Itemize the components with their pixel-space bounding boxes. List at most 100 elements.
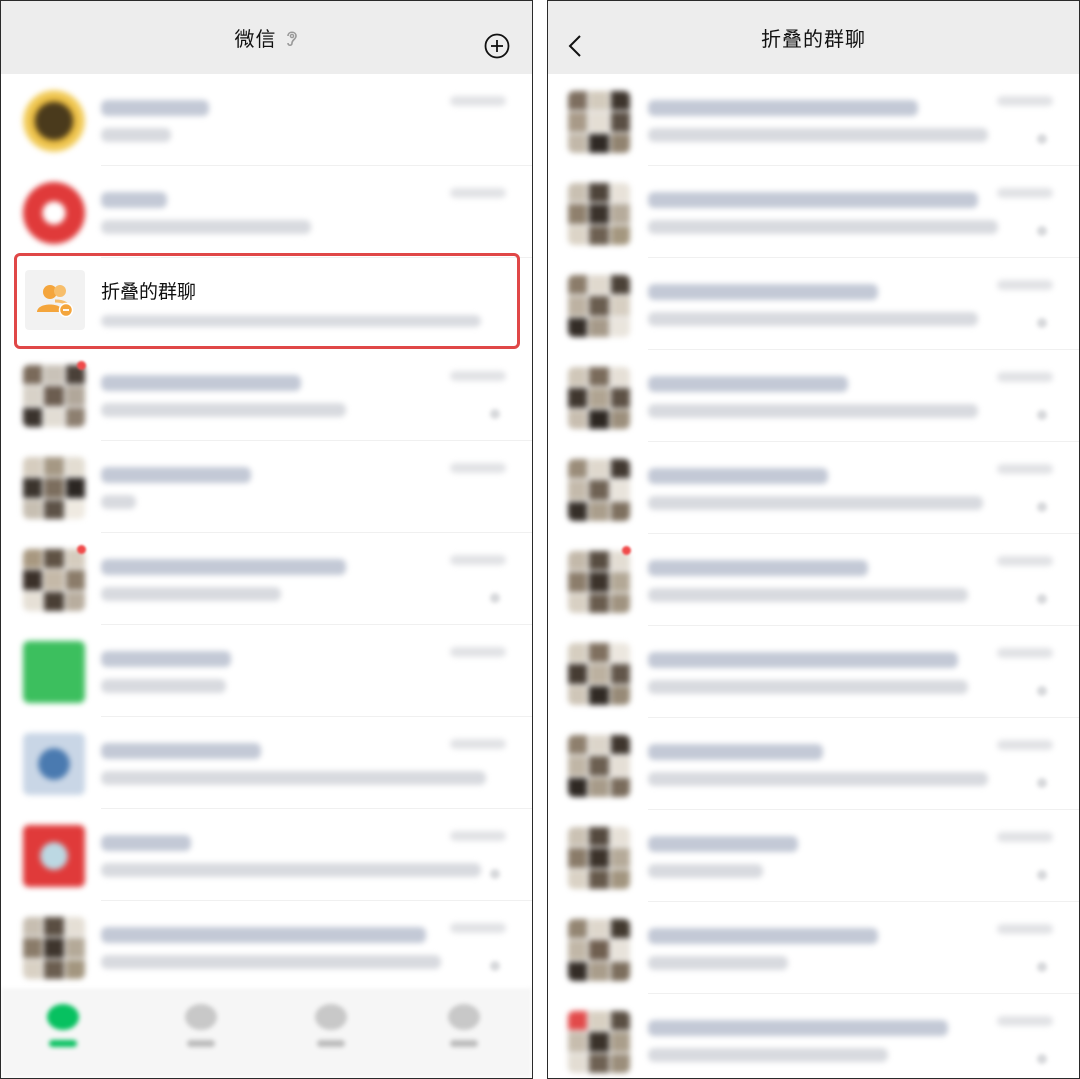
mute-icon	[1037, 134, 1047, 144]
chat-row[interactable]	[548, 350, 1079, 442]
chat-row[interactable]	[548, 718, 1079, 810]
chat-name-blurred	[101, 651, 231, 667]
chat-snippet-blurred	[648, 312, 978, 326]
avatar	[23, 182, 85, 244]
chat-row[interactable]	[548, 166, 1079, 258]
page-title: 微信	[234, 27, 277, 51]
chat-name-blurred	[101, 743, 261, 759]
chat-time-blurred	[997, 1016, 1053, 1026]
tab-discover[interactable]	[306, 1004, 356, 1060]
wechat-main-screen: 微信 折叠的群聊	[0, 0, 533, 1079]
unread-dot	[77, 545, 86, 554]
chat-row[interactable]	[1, 809, 532, 901]
mute-icon	[1037, 410, 1047, 420]
chat-name-blurred	[101, 467, 251, 483]
avatar	[568, 183, 630, 245]
chat-name-blurred	[648, 836, 798, 852]
chat-snippet-blurred	[648, 772, 988, 786]
chat-row[interactable]	[548, 442, 1079, 534]
chat-snippet-blurred	[648, 220, 998, 234]
mute-icon	[1037, 962, 1047, 972]
mute-icon	[490, 869, 500, 879]
chat-list-continued	[1, 349, 532, 993]
mute-icon	[1037, 870, 1047, 880]
chat-name-blurred	[648, 376, 848, 392]
chat-row[interactable]	[548, 74, 1079, 166]
mute-icon	[1037, 502, 1047, 512]
chat-name-blurred	[648, 560, 868, 576]
tab-chats[interactable]	[38, 1004, 88, 1060]
chat-time-blurred	[450, 463, 506, 473]
chat-time-blurred	[997, 96, 1053, 106]
chat-row[interactable]	[1, 441, 532, 533]
chat-snippet-blurred	[648, 128, 988, 142]
chat-row[interactable]	[1, 533, 532, 625]
chat-time-blurred	[450, 923, 506, 933]
mute-icon	[1037, 318, 1047, 328]
chat-row[interactable]	[548, 902, 1079, 994]
avatar	[23, 825, 85, 887]
tab-bar	[1, 989, 532, 1078]
plus-circle-icon[interactable]	[484, 33, 510, 63]
chat-snippet-blurred	[648, 680, 968, 694]
chat-row[interactable]	[548, 626, 1079, 718]
chat-time-blurred	[997, 464, 1053, 474]
avatar	[23, 549, 85, 611]
chat-snippet-blurred	[648, 956, 788, 970]
avatar	[23, 733, 85, 795]
chat-row[interactable]	[548, 534, 1079, 626]
chat-snippet-blurred	[101, 220, 311, 234]
unread-dot	[77, 361, 86, 370]
chat-time-blurred	[450, 555, 506, 565]
chat-time-blurred	[997, 188, 1053, 198]
chat-list	[1, 74, 532, 258]
chat-snippet-blurred	[101, 771, 486, 785]
chat-name-blurred	[101, 927, 426, 943]
chat-row[interactable]	[548, 258, 1079, 350]
folded-group-chats-screen: 折叠的群聊	[547, 0, 1080, 1079]
chat-row[interactable]	[1, 717, 532, 809]
chat-name-blurred	[101, 559, 346, 575]
chat-time-blurred	[450, 371, 506, 381]
chat-time-blurred	[997, 280, 1053, 290]
tab-contacts[interactable]	[176, 1004, 226, 1060]
chat-time-blurred	[997, 832, 1053, 842]
mute-icon	[1037, 1054, 1047, 1064]
mute-icon	[490, 961, 500, 971]
chat-name-blurred	[101, 375, 301, 391]
mute-icon	[1037, 594, 1047, 604]
folded-chat-list	[548, 74, 1079, 1078]
avatar	[568, 275, 630, 337]
avatar	[23, 90, 85, 152]
mute-icon	[1037, 778, 1047, 788]
unread-dot	[622, 546, 631, 555]
avatar	[23, 457, 85, 519]
chat-snippet-blurred	[101, 679, 226, 693]
chat-time-blurred	[450, 188, 506, 198]
chat-row[interactable]	[1, 349, 532, 441]
ear-icon	[285, 29, 299, 47]
chat-row[interactable]	[548, 810, 1079, 902]
chat-row[interactable]	[548, 994, 1079, 1078]
chat-row[interactable]	[1, 74, 532, 166]
chat-snippet-blurred	[648, 496, 983, 510]
page-title: 折叠的群聊	[761, 27, 866, 51]
chat-name-blurred	[101, 100, 209, 116]
avatar	[23, 917, 85, 979]
chat-snippet-blurred	[101, 863, 481, 877]
avatar	[23, 365, 85, 427]
chat-row[interactable]	[1, 625, 532, 717]
tab-me[interactable]	[439, 1004, 489, 1060]
chevron-left-icon[interactable]	[568, 34, 582, 62]
chat-row[interactable]	[1, 166, 532, 258]
chat-snippet-blurred	[101, 955, 441, 969]
avatar	[568, 643, 630, 705]
chat-snippet-blurred	[101, 403, 346, 417]
avatar	[568, 919, 630, 981]
chat-time-blurred	[450, 96, 506, 106]
chat-snippet-blurred	[101, 587, 281, 601]
chat-name-blurred	[648, 468, 828, 484]
chat-row[interactable]	[1, 901, 532, 993]
chat-time-blurred	[997, 372, 1053, 382]
mute-icon	[490, 409, 500, 419]
